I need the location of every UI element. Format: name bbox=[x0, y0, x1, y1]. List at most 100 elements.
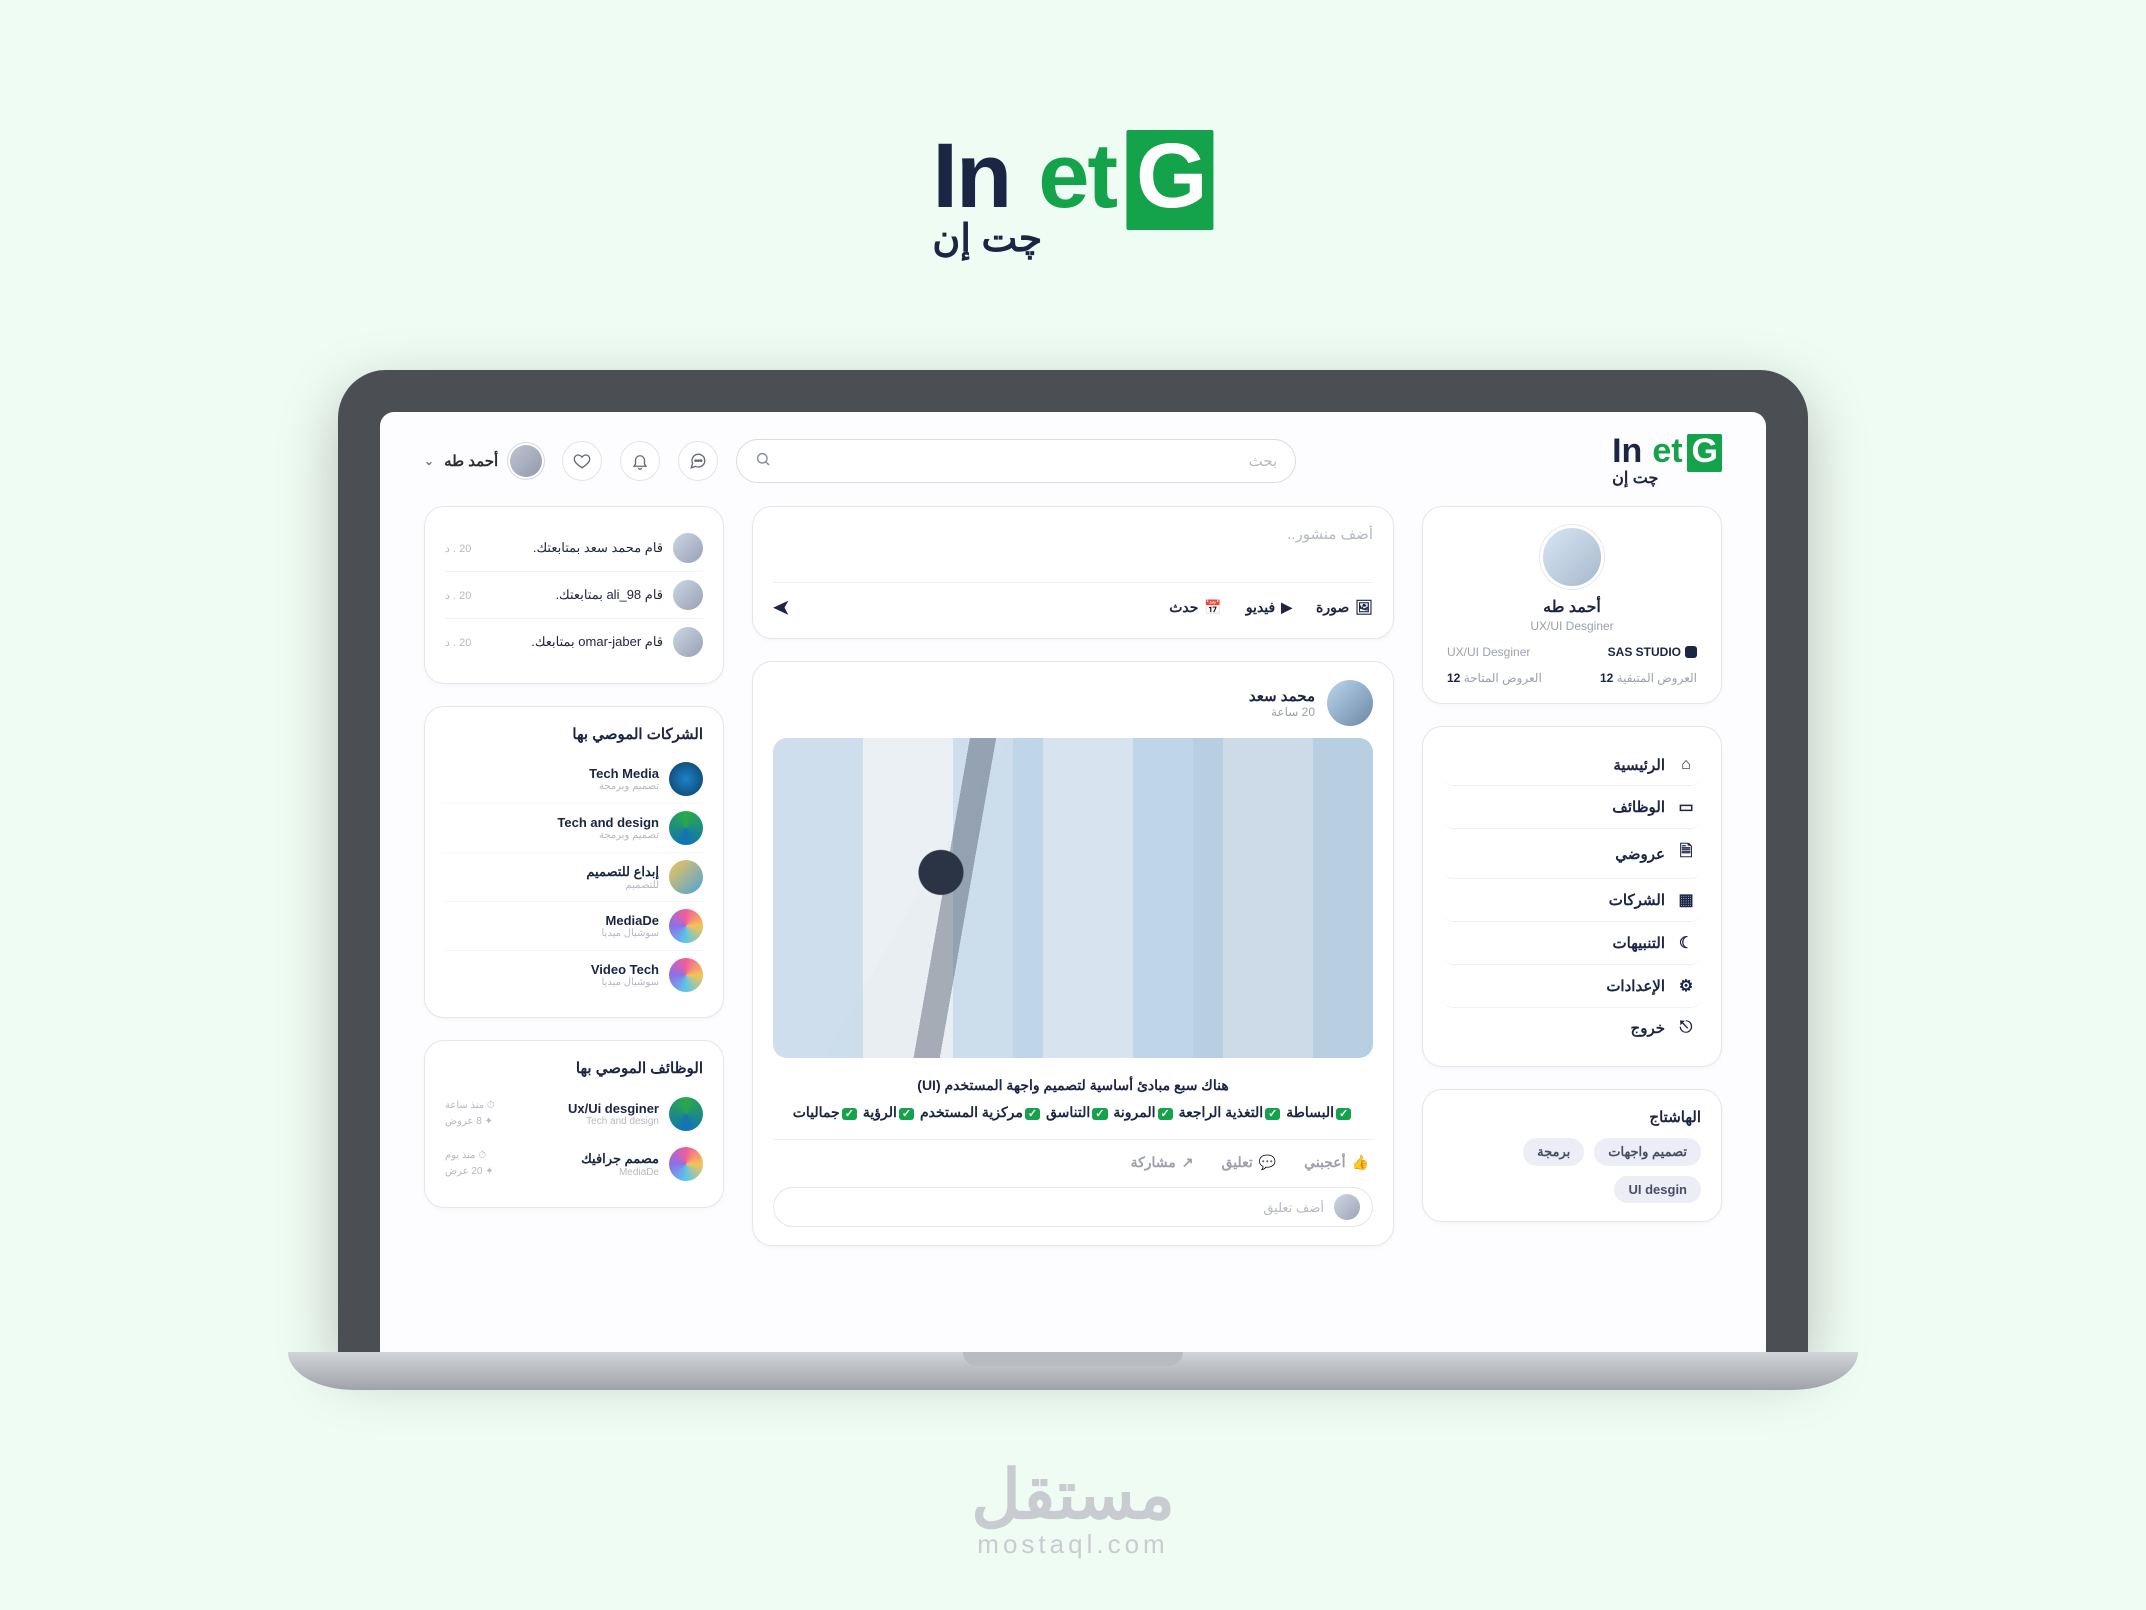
post-author[interactable]: محمد سعد bbox=[1249, 687, 1315, 705]
briefcase-icon: ▭ bbox=[1677, 797, 1695, 817]
image-icon: 🖼 bbox=[1355, 599, 1373, 616]
laptop-base bbox=[288, 1352, 1858, 1390]
app-logo[interactable]: Get In چت إن bbox=[1612, 434, 1722, 488]
notifications-card: قام محمد سعد بمتابعتك.20 . د قام ali_98 … bbox=[424, 506, 724, 684]
heart-icon[interactable] bbox=[562, 441, 602, 481]
gear-icon: ⚙ bbox=[1677, 976, 1695, 996]
laptop-mockup: Get In چت إن bbox=[338, 370, 1808, 1390]
like-button[interactable]: 👍أعجبني bbox=[1304, 1154, 1369, 1171]
nav-home[interactable]: ⌂الرئيسية bbox=[1443, 745, 1701, 786]
company-logo bbox=[669, 958, 703, 992]
share-icon: ↗ bbox=[1182, 1154, 1194, 1171]
jobs-card: الوظائف الموصي بها Ux/Ui desginerTech an… bbox=[424, 1040, 724, 1208]
company-row[interactable]: إبداع للتصميمللتصميم bbox=[445, 853, 703, 902]
tag-item[interactable]: UI desgin bbox=[1614, 1176, 1701, 1203]
left-sidebar: قام محمد سعد بمتابعتك.20 . د قام ali_98 … bbox=[424, 506, 724, 1268]
companies-card: الشركات الموصي بها Tech Mediaتصميم وبرمج… bbox=[424, 706, 724, 1018]
building-icon: ▦ bbox=[1677, 890, 1695, 910]
bell-icon[interactable] bbox=[620, 441, 660, 481]
logo-g: G bbox=[1687, 434, 1722, 472]
watermark-en: mostaql.com bbox=[971, 1529, 1175, 1560]
logout-icon: ⎋ bbox=[1677, 1019, 1695, 1037]
nav-settings[interactable]: ⚙الإعدادات bbox=[1443, 965, 1701, 1008]
calendar-icon: 📅 bbox=[1204, 599, 1221, 616]
hero-et: et bbox=[1038, 130, 1116, 222]
briefcase-icon bbox=[1685, 646, 1697, 658]
compose-event[interactable]: 📅حدث bbox=[1169, 599, 1222, 616]
post-card: محمد سعد 20 ساعة هناك سبع مبادئ أساسية ل… bbox=[752, 661, 1394, 1246]
tag-item[interactable]: تصميم واجهات bbox=[1594, 1138, 1701, 1166]
profile-card: أحمد طه UX/UI Desginer SAS STUDIO UX/UI … bbox=[1422, 506, 1722, 704]
hero-g: G bbox=[1126, 130, 1214, 230]
user-name: أحمد طه bbox=[444, 452, 498, 470]
notif-row[interactable]: قام omar-jaber بمتابعك.20 . د bbox=[445, 619, 703, 665]
send-icon[interactable]: ➤ bbox=[773, 595, 790, 620]
comment-avatar bbox=[1334, 1194, 1360, 1220]
hashtag-card: الهاشتاج تصميم واجهات برمجة UI desgin bbox=[1422, 1089, 1722, 1222]
comment-icon: 💬 bbox=[1259, 1154, 1276, 1171]
notif-avatar bbox=[673, 533, 703, 563]
company-logo bbox=[669, 762, 703, 796]
nav-jobs[interactable]: ▭الوظائف bbox=[1443, 786, 1701, 829]
job-logo bbox=[669, 1147, 703, 1181]
comment-input[interactable] bbox=[786, 1200, 1324, 1215]
search-icon bbox=[755, 451, 771, 472]
post-image[interactable] bbox=[773, 738, 1373, 1058]
hero-in: In bbox=[932, 130, 1010, 222]
tag-item[interactable]: برمجة bbox=[1523, 1138, 1584, 1166]
search-input[interactable] bbox=[771, 453, 1277, 470]
job-logo bbox=[669, 1097, 703, 1131]
nav-logout[interactable]: ⎋خروج bbox=[1443, 1008, 1701, 1048]
notif-avatar bbox=[673, 580, 703, 610]
compose-input[interactable] bbox=[773, 525, 1373, 565]
nav-alerts[interactable]: ☾التنبيهات bbox=[1443, 922, 1701, 965]
compose-image[interactable]: 🖼صورة bbox=[1316, 599, 1373, 616]
company-logo bbox=[669, 909, 703, 943]
profile-role: UX/UI Desginer bbox=[1443, 619, 1701, 633]
job-row[interactable]: Ux/Ui desginerTech and design ⏱ منذ ساعة… bbox=[445, 1089, 703, 1139]
notif-avatar bbox=[673, 627, 703, 657]
company-row[interactable]: Tech Mediaتصميم وبرمجة bbox=[445, 755, 703, 804]
play-icon: ▶ bbox=[1281, 599, 1292, 616]
company-row[interactable]: Tech and designتصميم وبرمجة bbox=[445, 804, 703, 853]
hashtag-title: الهاشتاج bbox=[1443, 1108, 1701, 1126]
profile-avatar[interactable] bbox=[1540, 525, 1604, 589]
watermark: مستقل mostaql.com bbox=[971, 1456, 1175, 1560]
notif-row[interactable]: قام محمد سعد بمتابعتك.20 . د bbox=[445, 525, 703, 572]
company-logo bbox=[669, 811, 703, 845]
companies-title: الشركات الموصي بها bbox=[445, 725, 703, 743]
profile-name: أحمد طه bbox=[1443, 597, 1701, 617]
topbar: Get In چت إن bbox=[380, 412, 1766, 506]
chat-icon[interactable] bbox=[678, 441, 718, 481]
share-button[interactable]: ↗مشاركة bbox=[1131, 1154, 1194, 1171]
home-icon: ⌂ bbox=[1677, 756, 1695, 774]
company-row[interactable]: Video Techسوشيال ميديا bbox=[445, 951, 703, 999]
post-time: 20 ساعة bbox=[1249, 705, 1315, 719]
chevron-down-icon: ⌄ bbox=[424, 454, 434, 468]
thumb-icon: 👍 bbox=[1352, 1154, 1369, 1171]
comment-button[interactable]: 💬تعليق bbox=[1222, 1154, 1277, 1171]
feed: 🖼صورة ▶فيديو 📅حدث ➤ محمد سعد bbox=[752, 506, 1394, 1268]
user-menu[interactable]: أحمد طه ⌄ bbox=[424, 443, 544, 479]
notif-row[interactable]: قام ali_98 بمتابعتك.20 . د bbox=[445, 572, 703, 619]
app-screen: Get In چت إن bbox=[380, 412, 1766, 1352]
nav-companies[interactable]: ▦الشركات bbox=[1443, 879, 1701, 922]
file-icon: 🗎 bbox=[1677, 840, 1695, 867]
nav-card: ⌂الرئيسية ▭الوظائف 🗎عروضي ▦الشركات ☾التن… bbox=[1422, 726, 1722, 1067]
compose-video[interactable]: ▶فيديو bbox=[1246, 599, 1292, 616]
hero-logo: Get In چت إن bbox=[932, 130, 1213, 261]
company-logo bbox=[669, 860, 703, 894]
avatar bbox=[508, 443, 544, 479]
compose-card: 🖼صورة ▶فيديو 📅حدث ➤ bbox=[752, 506, 1394, 639]
nav-offers[interactable]: 🗎عروضي bbox=[1443, 829, 1701, 879]
company-row[interactable]: MediaDeسوشيال ميديا bbox=[445, 902, 703, 951]
bell-icon: ☾ bbox=[1677, 933, 1695, 953]
post-text: هناك سبع مبادئ أساسية لتصميم واجهة المست… bbox=[773, 1072, 1373, 1125]
jobs-title: الوظائف الموصي بها bbox=[445, 1059, 703, 1077]
comment-bar[interactable] bbox=[773, 1187, 1373, 1227]
job-row[interactable]: مصمم جرافيكMediaDe ⏱ منذ يوم✦ 20 عرض bbox=[445, 1139, 703, 1189]
post-avatar[interactable] bbox=[1327, 680, 1373, 726]
search-bar[interactable] bbox=[736, 439, 1296, 483]
right-sidebar: أحمد طه UX/UI Desginer SAS STUDIO UX/UI … bbox=[1422, 506, 1722, 1268]
watermark-ar: مستقل bbox=[971, 1456, 1175, 1535]
